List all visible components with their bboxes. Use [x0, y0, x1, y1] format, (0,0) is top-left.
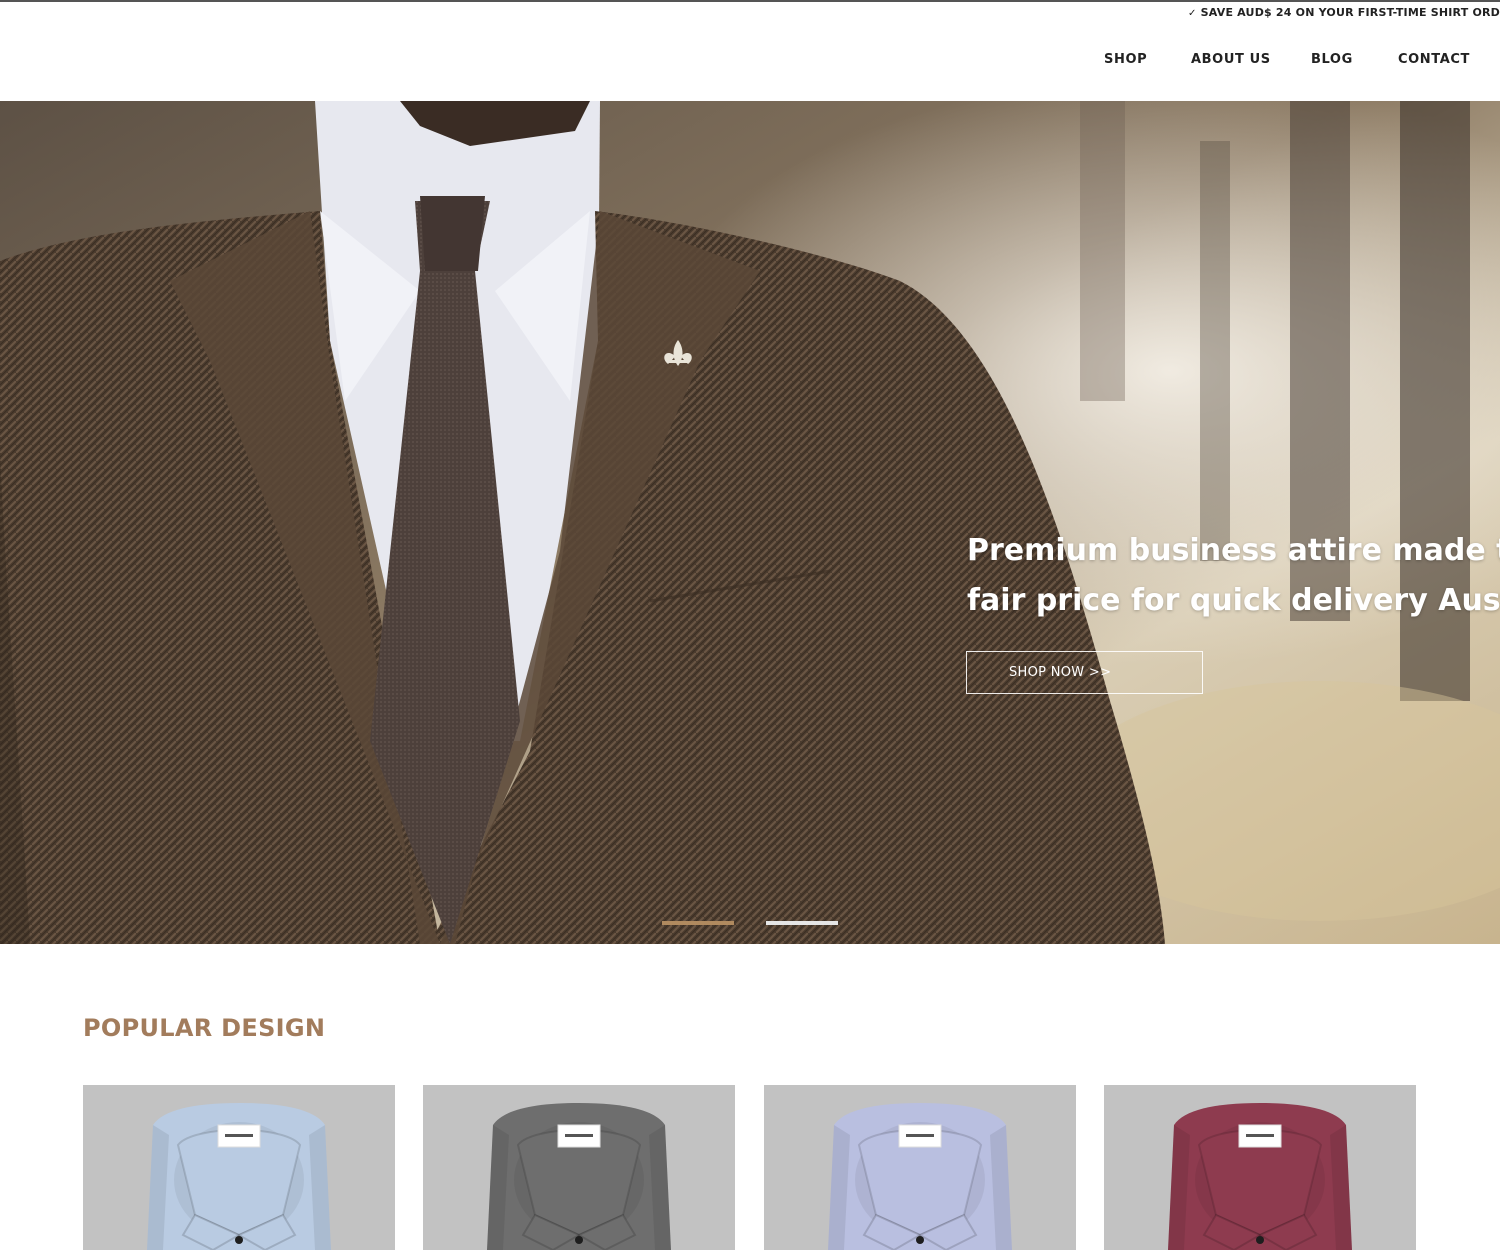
hero-headline-line2: fair price for quick delivery Australia	[967, 583, 1500, 618]
shirt-image	[423, 1085, 735, 1250]
nav-shop[interactable]: SHOP	[1104, 52, 1147, 67]
nav-contact[interactable]: CONTACT	[1398, 52, 1470, 67]
main-nav: SHOP ABOUT US BLOG CONTACT	[0, 52, 1500, 72]
hero-headline: Premium business attire made to me fair …	[967, 526, 1500, 626]
hero-image	[0, 101, 1500, 944]
product-card[interactable]	[83, 1085, 395, 1250]
product-card[interactable]	[423, 1085, 735, 1250]
check-icon: ✓	[1188, 8, 1197, 19]
shirt-image	[1104, 1085, 1416, 1250]
nav-about-us[interactable]: ABOUT US	[1191, 52, 1271, 67]
shirt-image	[764, 1085, 1076, 1250]
top-border	[0, 0, 1500, 2]
hero-headline-line1: Premium business attire made to me	[967, 533, 1500, 568]
nav-blog[interactable]: BLOG	[1311, 52, 1353, 67]
shop-now-button[interactable]: SHOP NOW >>	[966, 651, 1203, 694]
product-card[interactable]	[764, 1085, 1076, 1250]
shirt-image	[83, 1085, 395, 1250]
slider-dot-2[interactable]	[766, 921, 838, 925]
popular-design-heading: POPULAR DESIGN	[83, 1014, 326, 1042]
slider-dot-1[interactable]	[662, 921, 734, 925]
hero-banner: Premium business attire made to me fair …	[0, 101, 1500, 944]
promo-text: SAVE AUD$ 24 ON YOUR FIRST-TIME SHIRT OR…	[1200, 6, 1500, 19]
promo-banner[interactable]: ✓ SAVE AUD$ 24 ON YOUR FIRST-TIME SHIRT O…	[1188, 6, 1500, 19]
product-card[interactable]	[1104, 1085, 1416, 1250]
